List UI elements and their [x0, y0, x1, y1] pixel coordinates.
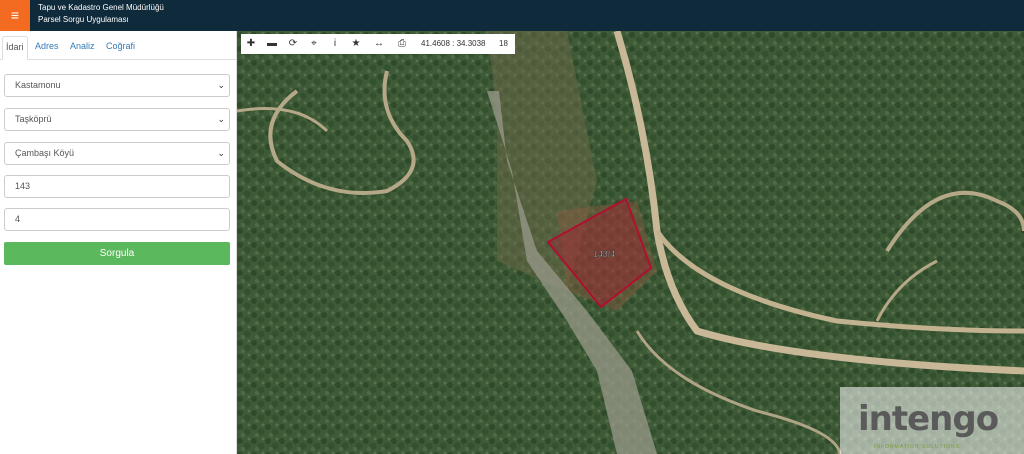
neighborhood-value: Çambaşı Köyü [15, 148, 75, 158]
intengo-watermark: intengo INFORMATION SOLUTIONS [840, 387, 1024, 454]
block-input[interactable]: 143 [4, 175, 230, 198]
tab-analiz[interactable]: Analiz [67, 36, 98, 60]
province-value: Kastamonu [15, 80, 61, 90]
district-select[interactable]: Taşköprü ⌄ [4, 108, 230, 131]
neighborhood-select[interactable]: Çambaşı Köyü ⌄ [4, 142, 230, 165]
plus-icon[interactable]: ✚ [241, 34, 261, 54]
tab-cografi[interactable]: Coğrafi [103, 36, 138, 60]
parcel-value: 4 [15, 214, 21, 224]
parcel-label: 143/4 [593, 249, 616, 259]
menu-icon[interactable]: ≡ [0, 0, 30, 31]
tab-adres[interactable]: Adres [32, 36, 62, 60]
refresh-icon[interactable]: ⟳ [283, 34, 303, 54]
tab-idari[interactable]: İdari [2, 36, 28, 60]
coordinates-readout: 41.4608 : 34.3038 [421, 39, 486, 48]
top-bar: ≡ Tapu ve Kadastro Genel Müdürlüğü Parse… [0, 0, 1024, 31]
watermark-text: intengo [858, 399, 999, 439]
sidebar: İdari Adres Analiz Coğrafi Kastamonu ⌄ T… [0, 31, 237, 454]
watermark-subtext: INFORMATION SOLUTIONS [874, 444, 960, 450]
map-view[interactable]: 143/4 ✚ ▬ ⟳ ⌖ i ★ ↔ ⎙ 41.4608 : 34.3038 … [237, 31, 1024, 454]
star-icon[interactable]: ★ [346, 34, 366, 54]
district-value: Taşköprü [15, 114, 52, 124]
zoom-level: 18 [499, 39, 508, 48]
minus-icon[interactable]: ▬ [262, 34, 282, 54]
parcel-input[interactable]: 4 [4, 208, 230, 231]
province-select[interactable]: Kastamonu ⌄ [4, 74, 230, 97]
print-icon[interactable]: ⎙ [392, 34, 412, 54]
chevron-down-icon: ⌄ [217, 114, 225, 124]
app-title: Tapu ve Kadastro Genel Müdürlüğü Parsel … [38, 2, 164, 26]
block-value: 143 [15, 181, 31, 191]
app-title-line2: Parsel Sorgu Uygulaması [38, 15, 129, 24]
measure-icon[interactable]: ↔ [369, 34, 389, 54]
chevron-down-icon: ⌄ [217, 148, 225, 158]
info-icon[interactable]: i [325, 34, 345, 54]
app-title-line1: Tapu ve Kadastro Genel Müdürlüğü [38, 3, 164, 12]
query-button[interactable]: Sorgula [4, 242, 230, 265]
chevron-down-icon: ⌄ [217, 80, 225, 90]
crosshair-icon[interactable]: ⌖ [304, 34, 324, 54]
sidebar-tabs: İdari Adres Analiz Coğrafi [0, 31, 237, 60]
map-toolbar: ✚ ▬ ⟳ ⌖ i ★ ↔ ⎙ 41.4608 : 34.3038 18 [241, 34, 515, 54]
